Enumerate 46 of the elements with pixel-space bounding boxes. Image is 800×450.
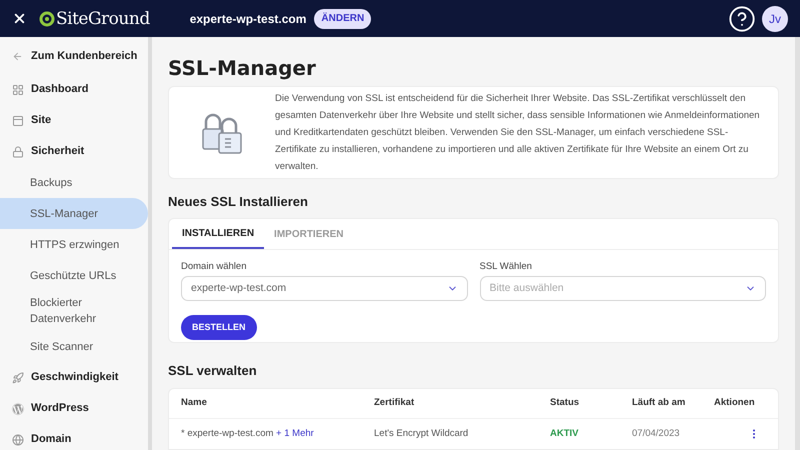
- table-cell-text: 07/04/2023: [632, 426, 681, 441]
- column-header: Status: [550, 396, 580, 410]
- column-header: Name: [181, 396, 208, 410]
- status-label: AKTIV: [550, 426, 580, 441]
- sidebar-subitem[interactable]: SSL-Manager: [0, 198, 148, 229]
- more-link[interactable]: + 1 Mehr: [276, 428, 314, 439]
- field-label: SSL Wählen: [480, 261, 533, 274]
- window-icon: [12, 114, 24, 126]
- domain-name: experte-wp-test.com: [190, 10, 306, 28]
- sidebar-item[interactable]: Dashboard: [0, 74, 148, 105]
- field-label: Domain wählen: [181, 261, 248, 274]
- sidebar-item[interactable]: WordPress: [0, 393, 148, 424]
- sidebar-subitem[interactable]: HTTPS erzwingen: [0, 229, 148, 260]
- section-title: SSL verwalten: [168, 363, 258, 379]
- logo-icon: [39, 10, 55, 26]
- sidebar-item[interactable]: Geschwindigkeit: [0, 362, 148, 393]
- section-title: Neues SSL Installieren: [168, 194, 309, 210]
- grid-icon: [12, 84, 24, 96]
- sidebar-subitem[interactable]: Geschützte URLs: [0, 260, 148, 291]
- sidebar-item[interactable]: Site: [0, 105, 148, 136]
- page-title: SSL-Manager: [168, 55, 317, 81]
- sidebar-item[interactable]: Sicherheit: [0, 136, 148, 167]
- select-field[interactable]: experte-wp-test.com: [181, 276, 468, 302]
- rocket-icon: [12, 372, 24, 384]
- tab[interactable]: INSTALLIEREN: [172, 219, 264, 250]
- sidebar-subitem[interactable]: Site Scanner: [0, 331, 148, 362]
- sidebar-subitem[interactable]: Backups: [0, 167, 148, 198]
- lock-icon: [12, 146, 24, 158]
- column-header: Zertifikat: [374, 396, 416, 410]
- back-link[interactable]: Zum Kundenbereich: [31, 48, 138, 64]
- change-button[interactable]: ÄNDERN: [314, 8, 372, 28]
- arrow-left-icon: [12, 50, 23, 62]
- help-icon[interactable]: [728, 4, 756, 32]
- logo-text: SiteGround: [56, 8, 150, 28]
- intro-text: Die Verwendung von SSL ist entscheidend für die Sicherheit Ihrer Website. Das SSL-Zertifikat verschlüsselt den gesamten Datenverkehr über Ihre Website und stellt sicher, dass sensible Informationen wie Anmeldeinformationen und Kreditkartendaten geschützt bleiben. Verwenden Sie den SSL-Manager, um einfach verschiedene SSL-Zertifikate zu installieren, vorhandene zu importieren und alle aktiven Zertifikate für Ihre Website an einem Ort zu verwalten.: [275, 92, 761, 174]
- order-button[interactable]: BESTELLEN: [181, 315, 257, 340]
- column-header: Läuft ab am: [632, 396, 686, 410]
- sidebar-subitem[interactable]: Blockierter Datenverkehr: [0, 291, 110, 331]
- avatar[interactable]: Jv: [762, 6, 788, 32]
- close-icon[interactable]: [12, 11, 27, 26]
- table-cell-text: * experte-wp-test.com + 1 Mehr: [181, 426, 315, 441]
- sidebar-item[interactable]: Domain: [0, 424, 148, 450]
- table-cell-text: Let's Encrypt Wildcard: [374, 426, 470, 441]
- wordpress-icon: [12, 402, 24, 414]
- globe-icon: [12, 434, 24, 446]
- column-header: Aktionen: [714, 396, 756, 410]
